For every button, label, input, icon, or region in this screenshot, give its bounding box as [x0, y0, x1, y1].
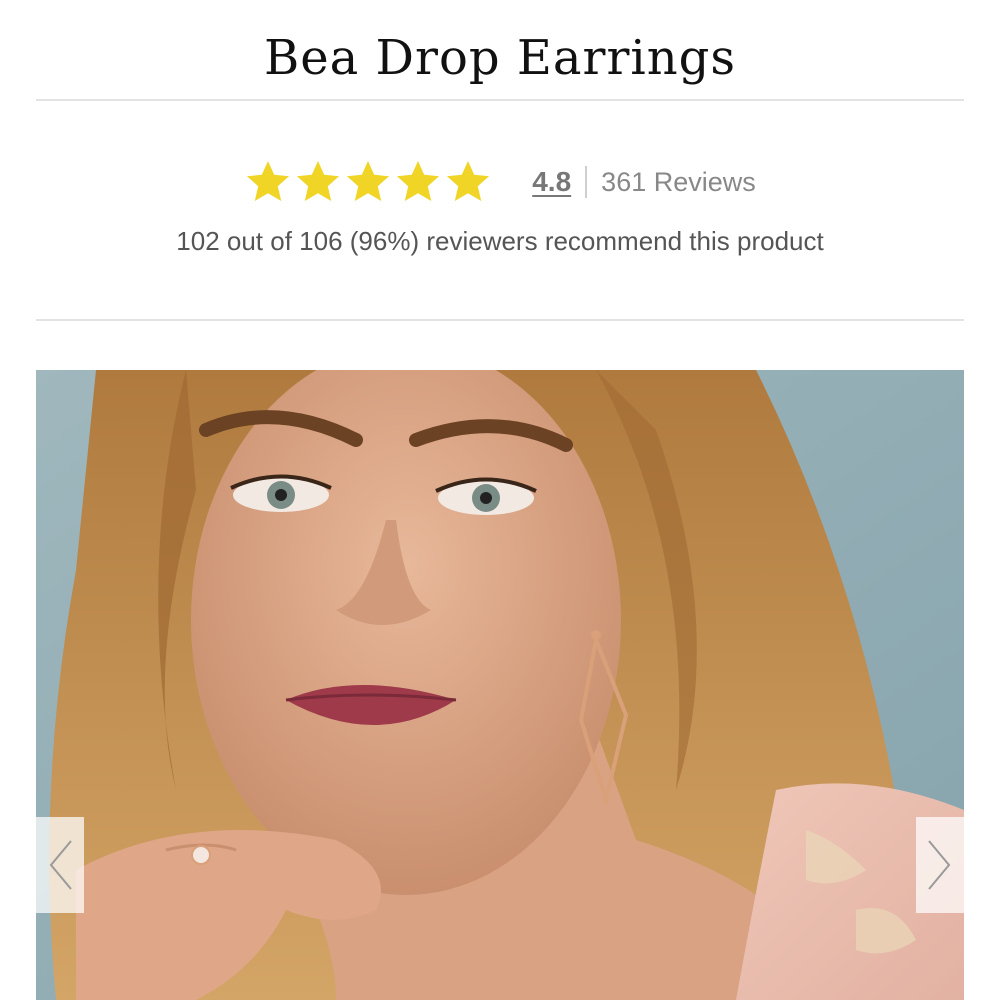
divider [36, 99, 964, 101]
product-title: Bea Drop Earrings [263, 30, 737, 86]
star-icon [247, 161, 290, 201]
recommend-text: 102 out of 106 (96%) reviewers recommend… [176, 226, 824, 256]
rating-summary: 4.8 361 Reviews [0, 158, 1000, 206]
product-page: Bea Drop Earrings 4.8 361 Reviews 102 ou… [0, 0, 1000, 1000]
star-rating [244, 158, 492, 206]
separator [585, 166, 588, 198]
reviews-link[interactable]: 361 Reviews [601, 167, 756, 198]
product-photo[interactable] [36, 370, 964, 1000]
star-icon [397, 161, 440, 201]
star-icon [447, 161, 490, 201]
divider [36, 319, 964, 321]
chevron-left-icon [49, 840, 72, 890]
gallery-prev-button[interactable] [36, 817, 84, 913]
star-icon [347, 161, 390, 201]
rating-value-link[interactable]: 4.8 [532, 166, 571, 198]
model-portrait-image [36, 370, 964, 1000]
star-icon [297, 161, 340, 201]
chevron-right-icon [928, 840, 951, 890]
gallery-next-button[interactable] [916, 817, 964, 913]
